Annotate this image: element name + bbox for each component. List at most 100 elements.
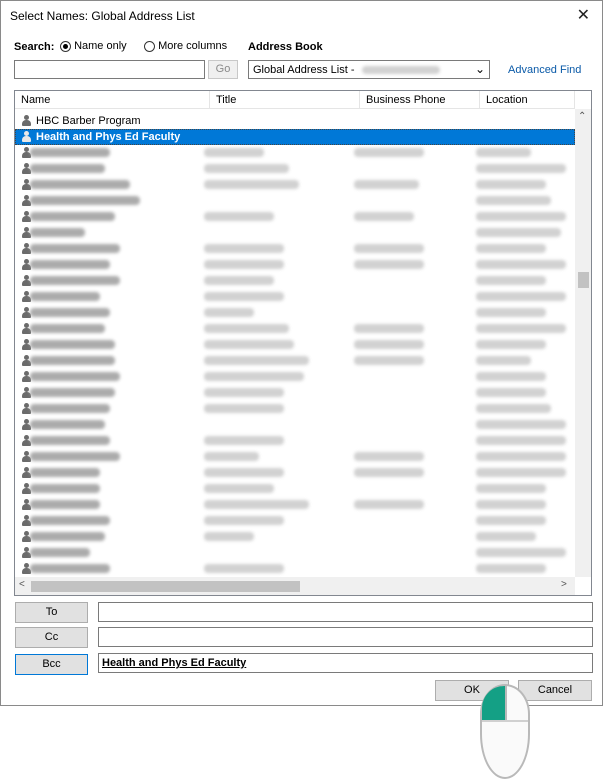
list-item[interactable] [15,177,575,193]
cc-button[interactable]: Cc [15,627,88,648]
list-item[interactable] [15,321,575,337]
list-item[interactable] [15,481,575,497]
redacted-cell [204,372,304,381]
list-item[interactable] [15,273,575,289]
redacted-cell [476,420,566,429]
list-item[interactable] [15,209,575,225]
redacted-cell [476,564,546,573]
list-item[interactable] [15,161,575,177]
radio-name-only[interactable]: Name only [60,40,127,52]
radio-more-columns-indicator[interactable] [144,40,155,52]
search-input[interactable] [14,60,205,79]
redacted-cell [204,388,284,397]
redacted-cell [204,516,284,525]
list-item[interactable] [15,193,575,209]
address-book-dropdown[interactable]: Global Address List - ⌄ [248,60,490,79]
radio-name-only-indicator[interactable] [60,40,71,52]
list-item[interactable] [15,449,575,465]
list-item[interactable] [15,417,575,433]
redacted-cell [30,276,120,285]
redacted-cell [476,212,566,221]
redacted-cell [476,148,531,157]
redacted-cell [30,548,90,557]
mouse-click-indicator-icon [480,684,530,779]
redacted-cell [354,148,424,157]
redacted-cell [30,564,110,573]
list-item[interactable] [15,513,575,529]
list-item[interactable] [15,385,575,401]
list-item[interactable] [15,145,575,161]
cc-field[interactable] [98,627,593,647]
redacted-cell [476,292,566,301]
list-item[interactable] [15,353,575,369]
list-item[interactable] [15,465,575,481]
redacted-cell [476,548,566,557]
redacted-cell [204,180,299,189]
list-item-selected[interactable]: Health and Phys Ed Faculty [15,129,575,145]
redacted-cell [476,308,546,317]
redacted-cell [30,532,105,541]
list-item[interactable] [15,561,575,577]
redacted-cell [204,532,254,541]
list-item[interactable] [15,241,575,257]
redacted-cell [30,388,115,397]
redacted-cell [30,484,100,493]
redacted-cell [30,420,105,429]
cancel-button[interactable]: Cancel [518,680,592,701]
address-list[interactable]: Name Title Business Phone Location HBC B… [14,90,592,596]
redacted-cell [204,452,259,461]
list-item[interactable] [15,497,575,513]
redacted-cell [354,452,424,461]
redacted-cell [476,468,566,477]
column-header-business-phone[interactable]: Business Phone [360,91,480,109]
redacted-cell [476,244,546,253]
redacted-cell [30,228,85,237]
redacted-cell [204,564,284,573]
column-header-name[interactable]: Name [15,91,210,109]
list-item[interactable] [15,369,575,385]
redacted-cell [204,500,309,509]
redacted-cell [30,148,110,157]
redacted-cell [204,404,284,413]
list-item[interactable] [15,305,575,321]
scroll-left-icon[interactable]: < [19,579,25,590]
list-item[interactable] [15,337,575,353]
bcc-field[interactable]: Health and Phys Ed Faculty [98,653,593,673]
to-button[interactable]: To [15,602,88,623]
close-icon[interactable]: ✕ [577,5,590,25]
redacted-cell [30,164,105,173]
contact-name: HBC Barber Program [36,115,141,127]
column-header-location[interactable]: Location [480,91,575,109]
horizontal-scrollbar[interactable]: < > [15,577,575,595]
vertical-scroll-thumb[interactable] [578,272,589,288]
redacted-cell [30,516,110,525]
horizontal-scroll-thumb[interactable] [31,581,300,592]
window-title: Select Names: Global Address List [10,9,195,23]
vertical-scrollbar[interactable]: ⌃ [575,109,591,577]
list-item[interactable] [15,545,575,561]
list-item[interactable] [15,401,575,417]
redacted-cell [30,196,140,205]
list-item[interactable] [15,529,575,545]
redacted-cell [354,324,424,333]
redacted-cell [204,308,254,317]
scroll-up-icon[interactable]: ⌃ [578,111,586,122]
to-field[interactable] [98,602,593,622]
scroll-right-icon[interactable]: > [561,579,567,590]
redacted-cell [30,212,115,221]
redacted-email [362,66,440,74]
list-item[interactable] [15,225,575,241]
advanced-find-link[interactable]: Advanced Find [508,64,581,76]
redacted-cell [204,260,284,269]
radio-more-columns[interactable]: More columns [144,40,227,52]
list-item[interactable]: HBC Barber Program [15,113,575,129]
mouse-button-divider [505,686,507,720]
redacted-cell [30,372,120,381]
list-item[interactable] [15,257,575,273]
column-header-title[interactable]: Title [210,91,360,109]
redacted-cell [476,436,566,445]
bcc-button[interactable]: Bcc [15,654,88,675]
list-item[interactable] [15,433,575,449]
go-button[interactable]: Go [208,60,238,79]
list-item[interactable] [15,289,575,305]
